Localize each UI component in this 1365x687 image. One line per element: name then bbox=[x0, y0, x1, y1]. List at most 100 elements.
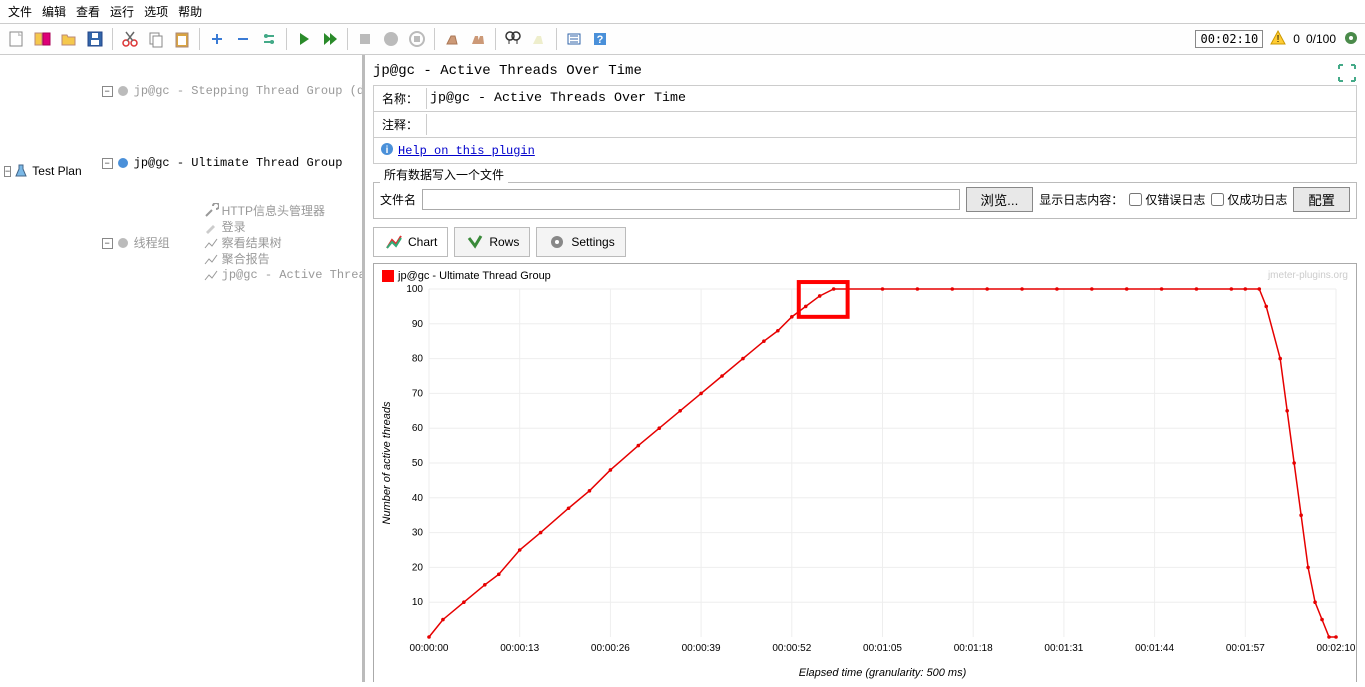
tab-rows[interactable]: Rows bbox=[454, 227, 530, 257]
log-display-label: 显示日志内容： bbox=[1039, 191, 1123, 208]
menu-run[interactable]: 运行 bbox=[110, 3, 134, 20]
menu-search[interactable]: 查看 bbox=[76, 3, 100, 20]
remote-stop-icon[interactable] bbox=[405, 27, 429, 51]
gear-icon bbox=[115, 83, 131, 99]
chart-icon bbox=[203, 267, 219, 283]
open-icon[interactable] bbox=[57, 27, 81, 51]
svg-text:70: 70 bbox=[412, 388, 424, 399]
tree-expand[interactable]: − bbox=[102, 238, 113, 249]
svg-text:100: 100 bbox=[406, 284, 423, 295]
help-link[interactable]: Help on this plugin bbox=[398, 144, 535, 158]
tree-item[interactable]: jp@gc - Active Threads Over Time bbox=[222, 267, 365, 283]
save-icon[interactable] bbox=[83, 27, 107, 51]
tree-item[interactable]: HTTP信息头管理器 bbox=[222, 203, 325, 219]
cut-icon[interactable] bbox=[118, 27, 142, 51]
svg-text:60: 60 bbox=[412, 423, 424, 434]
svg-text:20: 20 bbox=[412, 562, 424, 573]
gear-icon bbox=[115, 235, 131, 251]
svg-text:00:02:10: 00:02:10 bbox=[1317, 643, 1356, 654]
svg-text:00:01:18: 00:01:18 bbox=[954, 643, 993, 654]
stop-icon[interactable] bbox=[353, 27, 377, 51]
search-icon[interactable] bbox=[501, 27, 525, 51]
comment-input[interactable] bbox=[426, 114, 1356, 135]
svg-text:90: 90 bbox=[412, 319, 424, 330]
collapse-icon[interactable] bbox=[231, 27, 255, 51]
browse-button[interactable]: 浏览... bbox=[966, 187, 1034, 212]
name-input[interactable] bbox=[426, 88, 1356, 109]
svg-text:50: 50 bbox=[412, 458, 424, 469]
copy-icon[interactable] bbox=[144, 27, 168, 51]
templates-icon[interactable] bbox=[31, 27, 55, 51]
filename-input[interactable] bbox=[422, 189, 960, 210]
menu-help[interactable]: 帮助 bbox=[178, 3, 202, 20]
chart-icon bbox=[203, 235, 219, 251]
svg-text:00:01:44: 00:01:44 bbox=[1135, 643, 1174, 654]
menu-options[interactable]: 选项 bbox=[144, 3, 168, 20]
file-group-title: 所有数据写入一个文件 bbox=[380, 166, 508, 183]
tree-expand[interactable]: − bbox=[102, 86, 113, 97]
svg-text:10: 10 bbox=[412, 597, 424, 608]
reset-search-icon[interactable] bbox=[527, 27, 551, 51]
svg-text:00:01:31: 00:01:31 bbox=[1044, 643, 1083, 654]
svg-text:00:00:00: 00:00:00 bbox=[410, 643, 449, 654]
chart: jp@gc - Ultimate Thread Group jmeter-plu… bbox=[373, 263, 1357, 682]
run-icon[interactable] bbox=[292, 27, 316, 51]
function-icon[interactable] bbox=[562, 27, 586, 51]
svg-text:00:00:52: 00:00:52 bbox=[772, 643, 811, 654]
menu-bar: 文件 编辑 查看 运行 选项 帮助 bbox=[0, 0, 1365, 24]
clear-icon[interactable] bbox=[440, 27, 464, 51]
menu-edit[interactable]: 编辑 bbox=[42, 3, 66, 20]
tree-ultimate[interactable]: jp@gc - Ultimate Thread Group bbox=[134, 155, 343, 171]
run-notimer-icon[interactable] bbox=[318, 27, 342, 51]
error-count: 0 bbox=[1293, 32, 1300, 46]
svg-text:40: 40 bbox=[412, 493, 424, 504]
tree-stepping[interactable]: jp@gc - Stepping Thread Group (deprecate… bbox=[134, 83, 365, 99]
tree-panel[interactable]: − Test Plan − jp@gc - Stepping Thread Gr… bbox=[0, 55, 365, 682]
elapsed-time: 00:02:10 bbox=[1195, 30, 1263, 48]
expand-icon[interactable] bbox=[205, 27, 229, 51]
menu-file[interactable]: 文件 bbox=[8, 3, 32, 20]
tree-item[interactable]: 察看结果树 bbox=[222, 235, 282, 251]
svg-text:?: ? bbox=[597, 34, 604, 46]
name-label: 名称： bbox=[374, 86, 426, 111]
svg-text:00:00:13: 00:00:13 bbox=[500, 643, 539, 654]
chart-icon bbox=[203, 251, 219, 267]
thread-count: 0/100 bbox=[1306, 32, 1336, 46]
svg-text:00:00:39: 00:00:39 bbox=[682, 643, 721, 654]
dropper-icon bbox=[203, 219, 219, 235]
new-icon[interactable] bbox=[5, 27, 29, 51]
toggle-icon[interactable] bbox=[257, 27, 281, 51]
configure-button[interactable]: 配置 bbox=[1293, 187, 1350, 212]
watermark: jmeter-plugins.org bbox=[1268, 270, 1348, 281]
svg-text:00:01:57: 00:01:57 bbox=[1226, 643, 1265, 654]
comment-label: 注释： bbox=[374, 112, 426, 137]
success-only-checkbox[interactable]: 仅成功日志 bbox=[1211, 191, 1287, 208]
tree-thread-group[interactable]: 线程组 bbox=[134, 235, 170, 251]
content-panel: jp@gc - Active Threads Over Time 名称： 注释：… bbox=[365, 55, 1365, 682]
filename-label: 文件名 bbox=[380, 191, 416, 208]
clear-all-icon[interactable] bbox=[466, 27, 490, 51]
wrench-icon bbox=[203, 203, 219, 219]
help-icon[interactable]: ? bbox=[588, 27, 612, 51]
tree-item[interactable]: 聚合报告 bbox=[222, 251, 270, 267]
tab-settings[interactable]: Settings bbox=[536, 227, 625, 257]
gear-icon[interactable] bbox=[1342, 29, 1360, 50]
svg-text:Number of active threads: Number of active threads bbox=[381, 401, 393, 524]
shutdown-icon[interactable] bbox=[379, 27, 403, 51]
tree-expand[interactable]: − bbox=[4, 166, 11, 177]
maximize-icon[interactable] bbox=[1337, 63, 1357, 83]
tab-chart[interactable]: Chart bbox=[373, 227, 448, 257]
svg-text:Elapsed time (granularity: 500: Elapsed time (granularity: 500 ms) bbox=[799, 667, 967, 679]
svg-text:00:01:05: 00:01:05 bbox=[863, 643, 902, 654]
chart-svg: 10 20 30 40 50 60 70 80 90 100 00:00:00 00:00:13 00:… bbox=[374, 264, 1356, 682]
tree-root[interactable]: Test Plan bbox=[32, 163, 81, 179]
paste-icon[interactable] bbox=[170, 27, 194, 51]
toolbar: ? 00:02:10 ! 0 0/100 bbox=[0, 24, 1365, 55]
tree-item[interactable]: 登录 bbox=[222, 219, 246, 235]
gear-icon bbox=[115, 155, 131, 171]
svg-text:!: ! bbox=[1277, 34, 1280, 45]
tree-expand[interactable]: − bbox=[102, 158, 113, 169]
svg-text:80: 80 bbox=[412, 354, 424, 365]
svg-text:30: 30 bbox=[412, 528, 424, 539]
errors-only-checkbox[interactable]: 仅错误日志 bbox=[1129, 191, 1205, 208]
